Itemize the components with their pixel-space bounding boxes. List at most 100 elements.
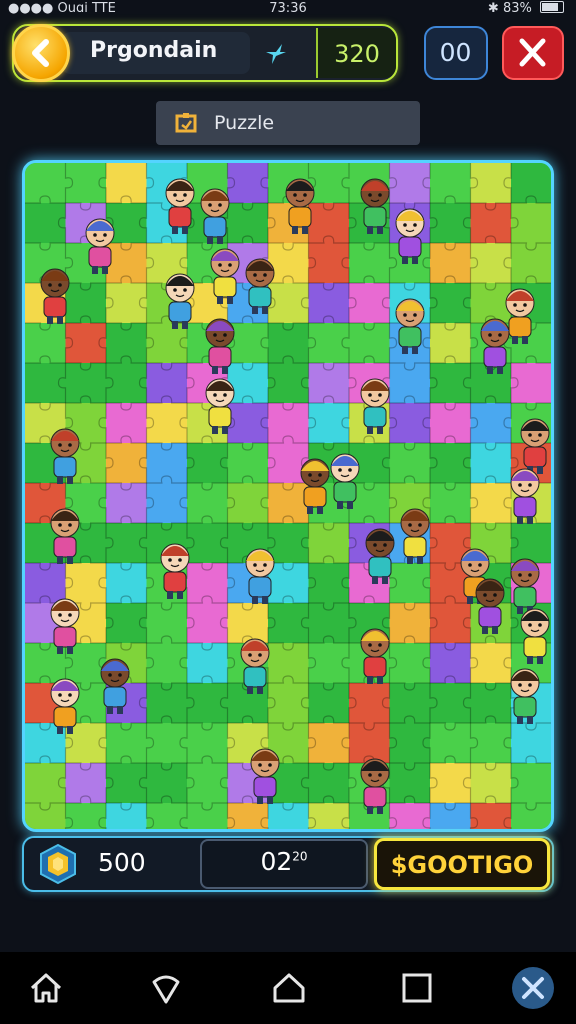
puzzle-piece[interactable]	[187, 483, 228, 524]
puzzle-piece[interactable]	[146, 683, 188, 724]
puzzle-piece[interactable]	[470, 243, 512, 284]
puzzle-piece[interactable]	[308, 363, 350, 404]
puzzle-piece[interactable]	[430, 203, 471, 244]
puzzle-piece[interactable]	[430, 443, 471, 484]
back-button[interactable]	[12, 24, 70, 82]
puzzle-piece[interactable]	[187, 523, 228, 564]
home-icon[interactable]	[26, 968, 66, 1008]
puzzle-piece[interactable]	[430, 283, 471, 324]
puzzle-piece[interactable]	[511, 723, 551, 764]
puzzle-piece[interactable]	[187, 603, 228, 644]
puzzle-piece[interactable]	[146, 723, 188, 764]
puzzle-piece[interactable]	[65, 763, 107, 804]
puzzle-piece[interactable]	[511, 363, 551, 404]
puzzle-piece[interactable]	[349, 723, 390, 764]
puzzle-piece[interactable]	[430, 163, 471, 204]
puzzle-piece[interactable]	[308, 683, 350, 724]
puzzle-piece[interactable]	[430, 323, 471, 364]
settings-icon[interactable]	[510, 965, 556, 1011]
puzzle-piece[interactable]	[308, 283, 350, 324]
puzzle-piece[interactable]	[389, 723, 431, 764]
puzzle-piece[interactable]	[349, 283, 390, 324]
puzzle-piece[interactable]	[106, 523, 147, 564]
puzzle-piece[interactable]	[308, 723, 350, 764]
puzzle-piece[interactable]	[106, 323, 147, 364]
puzzle-piece[interactable]	[106, 763, 147, 804]
heart-icon[interactable]	[146, 968, 186, 1008]
puzzle-piece[interactable]	[430, 243, 471, 284]
puzzle-piece[interactable]	[349, 243, 390, 284]
puzzle-piece[interactable]	[268, 283, 309, 324]
puzzle-piece[interactable]	[470, 283, 512, 324]
puzzle-piece[interactable]	[470, 643, 512, 684]
puzzle-piece[interactable]	[268, 603, 309, 644]
puzzle-piece[interactable]	[227, 603, 269, 644]
house-icon[interactable]	[269, 968, 309, 1008]
puzzle-piece[interactable]	[511, 243, 551, 284]
puzzle-piece[interactable]	[470, 683, 512, 724]
puzzle-piece[interactable]	[268, 563, 309, 604]
puzzle-piece[interactable]	[389, 403, 431, 444]
puzzle-piece[interactable]	[389, 763, 431, 804]
puzzle-piece[interactable]	[25, 803, 66, 829]
puzzle-piece[interactable]	[65, 563, 107, 604]
puzzle-piece[interactable]	[308, 523, 350, 564]
puzzle-piece[interactable]	[389, 363, 431, 404]
moves-button[interactable]: 00	[424, 26, 488, 80]
puzzle-piece[interactable]	[106, 483, 147, 524]
puzzle-piece[interactable]	[511, 763, 551, 804]
puzzle-piece[interactable]	[430, 403, 471, 444]
puzzle-piece[interactable]	[430, 723, 471, 764]
puzzle-grid[interactable]	[25, 163, 551, 829]
puzzle-piece[interactable]	[308, 323, 350, 364]
puzzle-piece[interactable]	[430, 683, 471, 724]
puzzle-piece[interactable]	[25, 563, 66, 604]
puzzle-piece[interactable]	[268, 643, 309, 684]
puzzle-piece[interactable]	[146, 763, 188, 804]
puzzle-piece[interactable]	[146, 643, 188, 684]
puzzle-piece[interactable]	[308, 763, 350, 804]
puzzle-piece[interactable]	[227, 443, 269, 484]
puzzle-piece[interactable]	[268, 323, 309, 364]
puzzle-piece[interactable]	[511, 803, 551, 829]
action-button[interactable]: $GOOTIGO	[374, 838, 550, 890]
puzzle-piece[interactable]	[146, 443, 188, 484]
puzzle-piece[interactable]	[146, 403, 188, 444]
puzzle-piece[interactable]	[511, 203, 551, 244]
puzzle-piece[interactable]	[389, 643, 431, 684]
puzzle-piece[interactable]	[227, 483, 269, 524]
puzzle-piece[interactable]	[470, 203, 512, 244]
puzzle-piece[interactable]	[470, 403, 512, 444]
puzzle-piece[interactable]	[106, 243, 147, 284]
puzzle-piece[interactable]	[65, 163, 107, 204]
puzzle-piece[interactable]	[268, 403, 309, 444]
puzzle-piece[interactable]	[227, 403, 269, 444]
puzzle-piece[interactable]	[106, 603, 147, 644]
puzzle-piece[interactable]	[349, 683, 390, 724]
puzzle-piece[interactable]	[65, 283, 107, 324]
puzzle-piece[interactable]	[430, 483, 471, 524]
puzzle-piece[interactable]	[470, 763, 512, 804]
puzzle-piece[interactable]	[430, 803, 471, 829]
puzzle-piece[interactable]	[268, 523, 309, 564]
puzzle-piece[interactable]	[187, 723, 228, 764]
puzzle-piece[interactable]	[106, 803, 147, 829]
puzzle-piece[interactable]	[25, 323, 66, 364]
puzzle-piece[interactable]	[146, 603, 188, 644]
puzzle-piece[interactable]	[470, 723, 512, 764]
puzzle-piece[interactable]	[106, 403, 147, 444]
puzzle-piece[interactable]	[187, 563, 228, 604]
puzzle-piece[interactable]	[389, 683, 431, 724]
puzzle-board[interactable]	[22, 160, 554, 832]
puzzle-piece[interactable]	[268, 363, 309, 404]
puzzle-piece[interactable]	[389, 603, 431, 644]
puzzle-piece[interactable]	[511, 163, 551, 204]
puzzle-piece[interactable]	[389, 563, 431, 604]
puzzle-piece[interactable]	[308, 643, 350, 684]
puzzle-piece[interactable]	[430, 643, 471, 684]
puzzle-piece[interactable]	[25, 763, 66, 804]
puzzle-piece[interactable]	[511, 523, 551, 564]
puzzle-piece[interactable]	[146, 323, 188, 364]
puzzle-piece[interactable]	[106, 443, 147, 484]
puzzle-piece[interactable]	[308, 243, 350, 284]
